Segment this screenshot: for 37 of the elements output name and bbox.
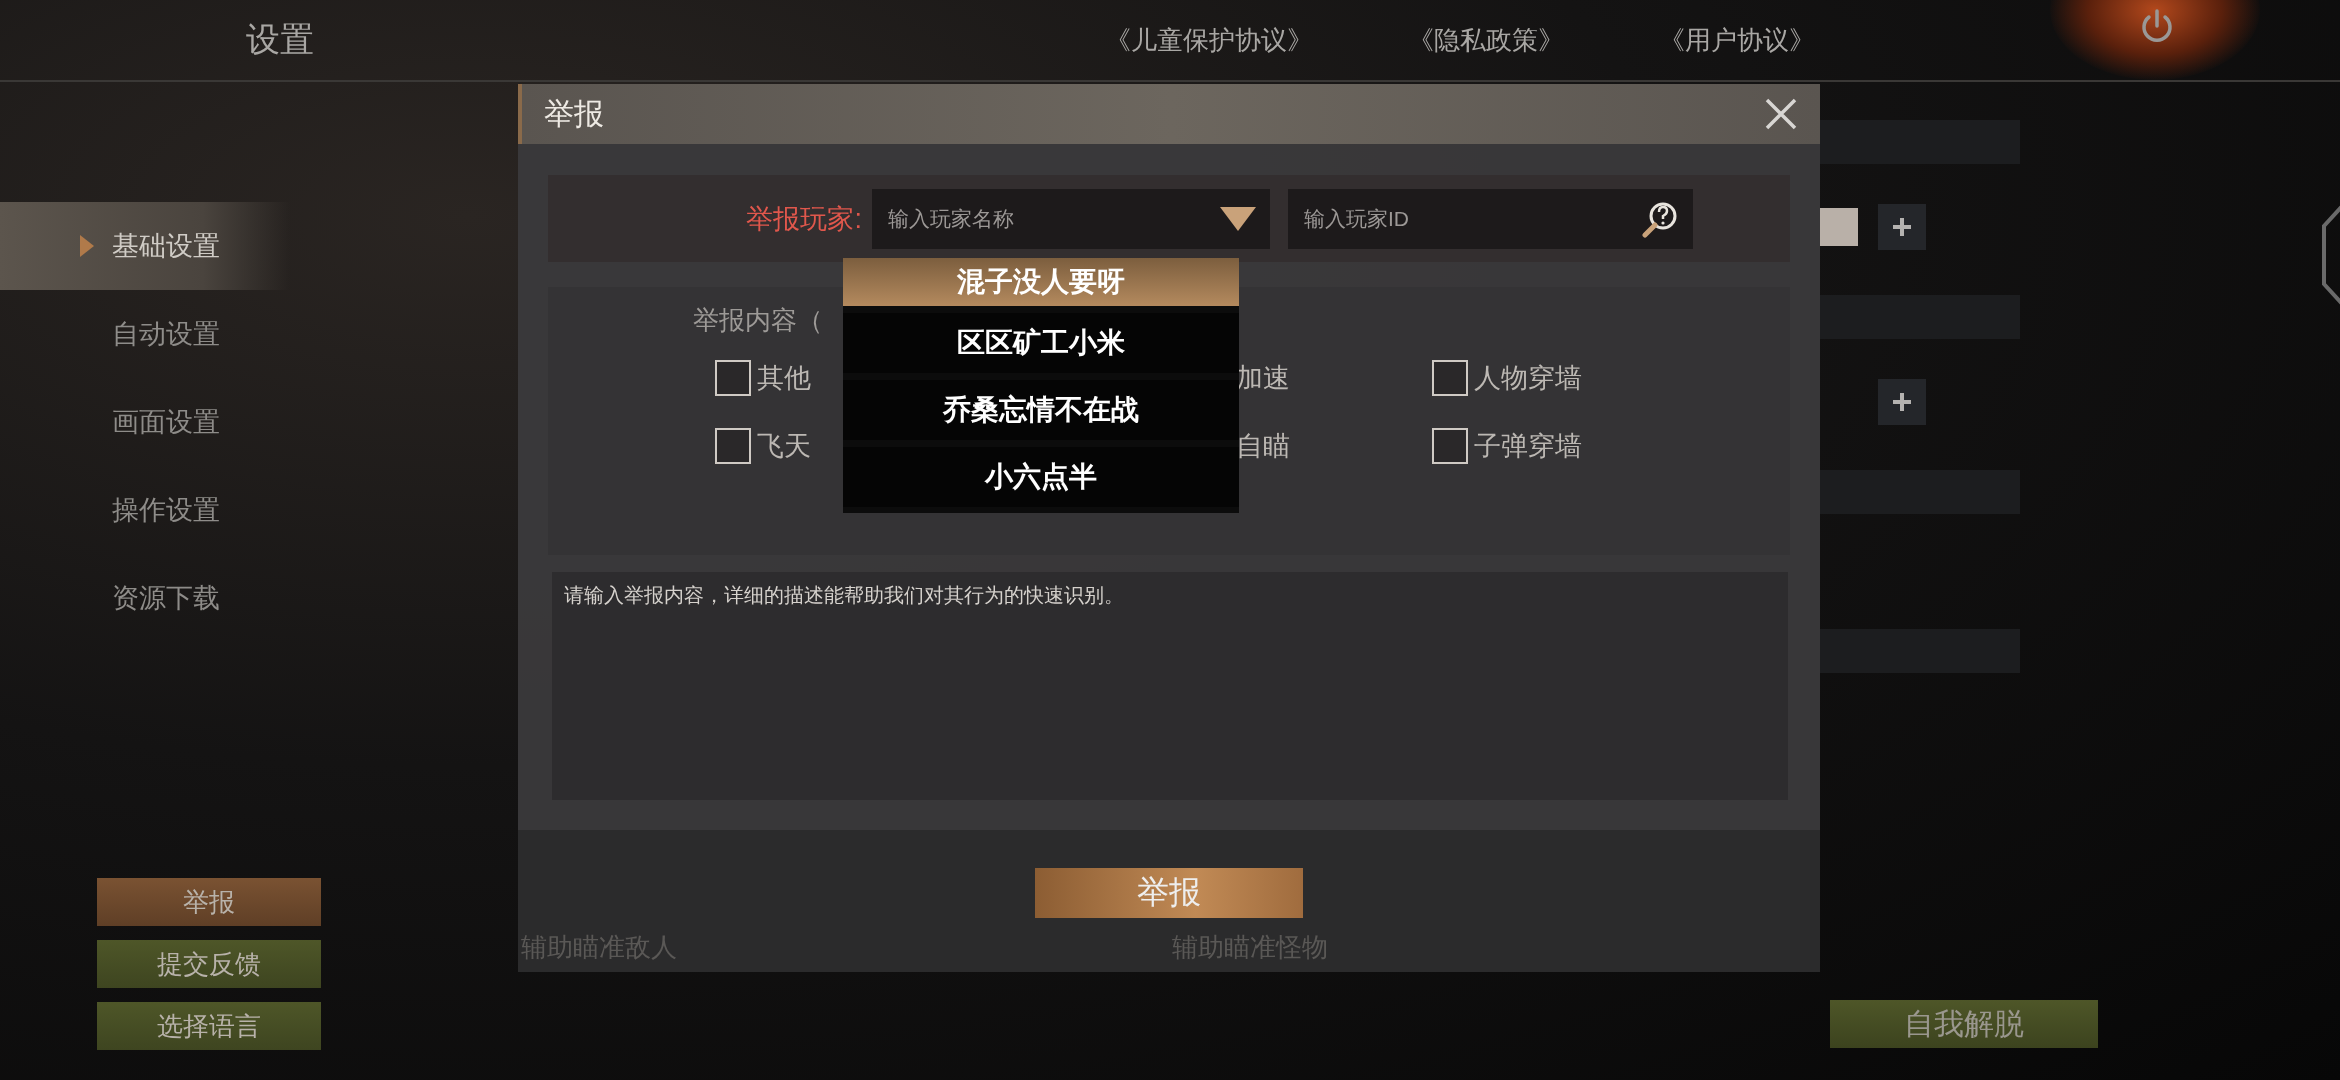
checkbox-label: 加速 [1236,362,1290,395]
checkbox-label: 其他 [757,362,811,395]
content-label: 举报内容（ [693,305,823,335]
triangle-icon [80,235,94,257]
agreement-link[interactable]: 《用户协议》 [1659,22,1815,58]
close-icon[interactable] [1764,97,1798,131]
player-label: 举报玩家: [745,202,863,236]
checkbox-label: 人物穿墙 [1474,362,1582,395]
agreement-link[interactable]: 《隐私政策》 [1408,22,1564,58]
unstuck-button[interactable]: 自我解脱 [1830,1000,2098,1048]
dropdown-item[interactable]: 混子没人要呀 [843,258,1239,306]
checkbox-label: 飞天 [757,430,811,463]
dropdown-item[interactable]: 乔桑忘情不在战 [843,380,1239,440]
sidebar-item[interactable]: 自动设置 [0,290,290,378]
checkbox-label: 子弹穿墙 [1474,430,1582,463]
side-button[interactable]: 选择语言 [97,1002,321,1050]
side-button[interactable]: 举报 [97,878,321,926]
checkbox[interactable] [715,360,751,396]
sidebar-item[interactable]: 画面设置 [0,378,290,466]
checkbox[interactable] [715,428,751,464]
sidebar-item[interactable]: 资源下载 [0,554,290,642]
checkbox[interactable] [1432,360,1468,396]
description-field[interactable]: 请输入举报内容，详细的描述能帮助我们对其行为的快速识别。 [552,572,1788,800]
submit-button[interactable]: 举报 [1035,868,1303,918]
dropdown-item[interactable]: 区区矿工小米 [843,313,1239,373]
player-id-field[interactable]: 输入玩家ID [1288,188,1693,249]
page-title: 设置 [245,19,315,60]
dialog-title: 举报 [544,95,604,132]
checkbox-label: 自瞄 [1236,430,1290,463]
dropdown-item[interactable]: 小六点半 [843,447,1239,507]
agreement-link[interactable]: 《儿童保护协议》 [1105,22,1313,58]
sidebar-item[interactable]: 操作设置 [0,466,290,554]
slider-thumb[interactable] [1820,208,1858,246]
caret-icon[interactable] [1220,206,1256,231]
checkbox[interactable] [1432,428,1468,464]
player-name-field[interactable]: 输入玩家名称 [872,188,1270,249]
side-button[interactable]: 提交反馈 [97,940,321,988]
